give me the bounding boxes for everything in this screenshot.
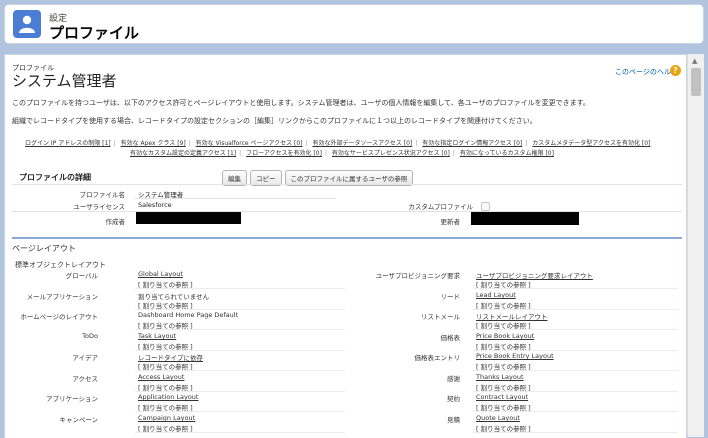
layout-label: リストメール [421, 313, 460, 321]
vertical-scrollbar[interactable]: ▲ [687, 54, 704, 437]
row-divider [473, 288, 678, 289]
row-divider [473, 329, 678, 330]
profile-icon [13, 10, 41, 38]
row-divider [135, 309, 345, 310]
related-link[interactable]: 有効な Visualforce ページアクセス [0] [196, 140, 303, 147]
divider [135, 198, 335, 199]
row-divider [135, 370, 345, 371]
layout-link[interactable]: Contract Layout [476, 393, 528, 401]
layout-link[interactable]: Lead Layout [476, 291, 516, 299]
layout-label: 感謝 [447, 375, 460, 383]
setup-header: 設定 プロファイル [4, 4, 704, 44]
record-type-note: 組織でレコードタイプを使用する場合、レコードタイプの設定セクションの［編集］リン… [12, 117, 537, 125]
help-icon[interactable]: ? [670, 65, 681, 76]
redacted-modified-by [471, 212, 579, 225]
scroll-thumb[interactable] [691, 68, 701, 96]
custom-profile-label: カスタムプロファイル [408, 203, 473, 211]
related-link[interactable]: 有効な外部データソースアクセス [0] [312, 140, 412, 147]
related-links-row-2: 有効なカスタム設定の定義アクセス [1] | フローアクセスを有効化 [0] | 有… [130, 150, 554, 157]
divider [12, 184, 682, 185]
related-link[interactable]: 有効なサービスプレゼンス状況アクセス [0] [332, 150, 450, 157]
related-link[interactable]: 有効なカスタム設定の定義アクセス [1] [130, 150, 236, 157]
row-divider [135, 329, 345, 330]
standard-layouts-subtitle: 標準オブジェクトレイアウト [15, 261, 106, 269]
row-divider [135, 432, 345, 433]
related-link[interactable]: カスタムメタデータ型アクセスを有効化 [0] [532, 140, 650, 147]
section-divider [12, 237, 682, 239]
row-divider [135, 288, 345, 289]
header-title: プロファイル [49, 24, 140, 42]
page-title: システム管理者 [12, 72, 117, 90]
scroll-up-icon[interactable]: ▲ [692, 57, 697, 65]
layout-link[interactable]: Price Book Layout [476, 332, 534, 340]
divider [12, 211, 682, 212]
section-title-details: プロファイルの詳細 [19, 173, 91, 182]
row-divider [473, 370, 678, 371]
related-link[interactable]: ログイン IP アドレスの制限 [1] [25, 140, 111, 147]
related-link[interactable]: 有効な Apex クラス [9] [121, 140, 186, 147]
layout-link[interactable]: Thanks Layout [476, 373, 524, 381]
layout-label: 契約 [447, 395, 460, 403]
layout-label: ユーザプロビジョニング要求 [375, 272, 460, 280]
row-divider [135, 350, 345, 351]
custom-profile-checkbox [481, 202, 490, 211]
layout-link[interactable]: Price Book Entry Layout [476, 352, 554, 360]
row-divider [473, 391, 678, 392]
profile-detail-panel: プロファイル システム管理者 このページのヘルプ ? このプロファイルを持つユー… [4, 54, 687, 438]
layout-label: リード [440, 293, 461, 301]
row-divider [473, 350, 678, 351]
related-links-row-1: ログイン IP アドレスの制限 [1] | 有効な Apex クラス [9] | 有… [25, 140, 651, 147]
help-link[interactable]: このページのヘルプ [615, 67, 678, 77]
row-divider [473, 432, 678, 433]
modified-by-label: 更新者 [440, 218, 461, 226]
description-text: このプロファイルを持つユーザは、以下のアクセス許可とページレイアウトと使用します… [12, 99, 590, 107]
row-divider [135, 391, 345, 392]
layout-label: 見積 [447, 416, 460, 424]
related-link[interactable]: 有効になっているカスタム権限 [0] [460, 150, 554, 157]
layout-label: 価格表エントリ [414, 354, 461, 362]
row-divider [473, 411, 678, 412]
related-link[interactable]: 有効な指定ログイン情報アクセス [0] [422, 140, 522, 147]
row-divider [135, 411, 345, 412]
layout-label: 価格表 [440, 334, 461, 342]
layout-link[interactable]: Quote Layout [476, 414, 520, 422]
profile-name-label: プロファイル名 [79, 191, 126, 199]
related-link[interactable]: フローアクセスを有効化 [0] [246, 150, 322, 157]
section-title-layouts: ページレイアウト [12, 244, 76, 253]
row-divider [473, 309, 678, 310]
